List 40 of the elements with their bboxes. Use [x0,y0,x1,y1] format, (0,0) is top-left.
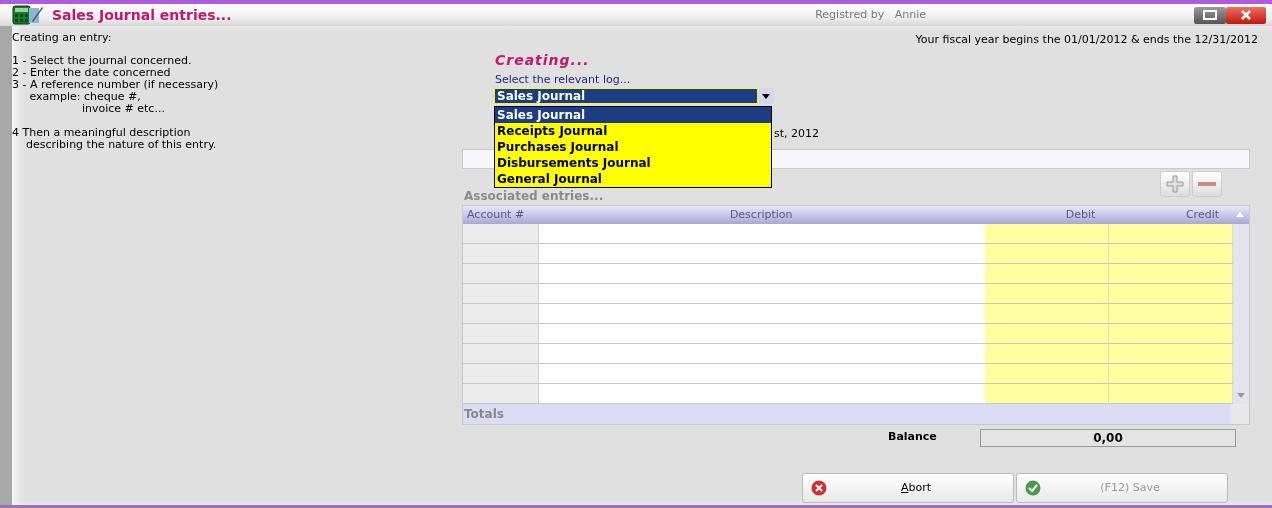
instruction-step: 2 - Enter the date concerned [12,67,462,79]
calculator-pencil-icon [12,5,44,25]
column-header: Credit [1184,206,1220,223]
instruction-step: 3 - A reference number (if necessary) example: cheque #, invoice # etc... [12,79,462,115]
column-header: Account # [466,206,526,223]
journal-label: Select the relevant log... [495,71,632,88]
instruction-step: 4 Then a meaningful description describing the nature of this entry. [12,127,462,151]
plus-icon [1166,174,1184,193]
instructions-heading: Creating an entry: [12,32,113,44]
remove-button[interactable] [1192,170,1222,197]
minus-icon [1197,180,1217,187]
dropdown-option[interactable]: Receipts Journal [495,123,771,139]
balance-label: Balance [888,429,938,446]
instruction-step: 1 - Select the journal concerned. [12,55,462,67]
check-icon [1025,480,1041,496]
section-title: Associated entries... [464,187,604,205]
add-button[interactable] [1160,170,1190,197]
scroll-down-icon[interactable] [1237,392,1245,398]
abort-button[interactable]: Abort [802,473,1014,503]
column-header: Debit [1064,206,1097,223]
balance-value: 0,00 [980,428,1236,447]
status-heading: Creating... [495,50,591,70]
close-icon [1240,10,1252,20]
scrollbar[interactable] [1233,223,1249,404]
window-title: Sales Journal entries... [52,5,232,25]
close-button[interactable] [1226,6,1266,24]
fiscal-year-text: Your fiscal year begins the 01/01/2012 & ends the 12/31/2012 [915,32,1258,48]
dropdown-option[interactable]: Sales Journal [495,107,771,123]
column-header: Description [728,206,794,223]
scroll-up-icon[interactable] [1236,211,1244,217]
date-text: st, 2012 [774,126,821,142]
error-icon [811,480,827,496]
dropdown-option[interactable]: Disbursements Journal [495,155,771,171]
restore-button[interactable] [1194,6,1226,24]
dropdown-option[interactable]: Purchases Journal [495,139,771,155]
totals-label: Totals [463,403,1231,424]
registered-by-text: Registred by Annie [815,6,926,23]
restore-icon [1203,10,1217,20]
dropdown-option[interactable]: General Journal [495,171,771,187]
caret-icon [758,88,774,104]
